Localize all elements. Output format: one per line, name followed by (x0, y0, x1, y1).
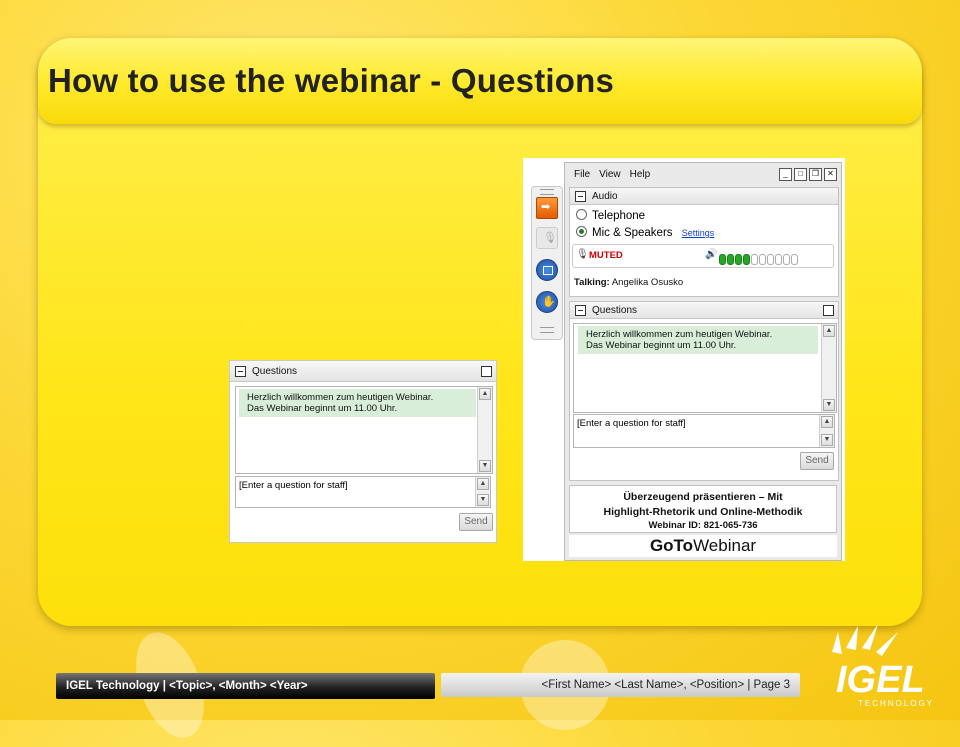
restore-icon[interactable]: ❐ (809, 167, 822, 181)
collapse-icon[interactable] (235, 365, 246, 377)
close-icon[interactable]: ✕ (824, 167, 837, 181)
popout-icon[interactable] (823, 304, 834, 316)
grab-tab-sidebar: ➡ 🎙 ✋ (531, 186, 563, 340)
page-title: How to use the webinar - Questions (48, 62, 615, 99)
arrow-icon[interactable]: ➡ (536, 197, 558, 219)
radio-mic[interactable] (576, 226, 587, 237)
questions-header: Questions (570, 302, 838, 319)
send-button[interactable]: Send (459, 513, 493, 531)
talking-row: Talking: Angelika Osusko (574, 277, 683, 288)
scroll-up-icon[interactable]: ▲ (477, 478, 489, 490)
footer-left: IGEL Technology | <Topic>, <Month> <Year… (56, 673, 435, 699)
gotowebinar-logo: GoToWebinar (569, 535, 837, 557)
welcome-message: Herzlich willkommen zum heutigen Webinar… (239, 389, 476, 417)
meter-dot (759, 254, 766, 265)
logo-text: IGEL (836, 659, 925, 701)
collapse-icon[interactable] (575, 304, 586, 316)
meter-dot (719, 254, 726, 265)
grip-icon[interactable] (540, 327, 554, 333)
question-input-placeholder: [Enter a question for staff] (239, 480, 348, 491)
speaker-icon: 🔊 (705, 249, 718, 260)
muted-label: MUTED (589, 250, 623, 261)
popout-icon[interactable] (481, 365, 492, 377)
meter-dot (751, 254, 758, 265)
mute-status-row: 🎙 MUTED 🔊 (572, 244, 834, 268)
menu-file[interactable]: File (574, 169, 590, 180)
control-panel-window: File View Help _ □ ❐ ✕ Audio Telephone M… (564, 162, 842, 561)
talking-label: Talking: (574, 277, 610, 288)
meter-dot (735, 254, 742, 265)
minimize-icon[interactable]: _ (779, 167, 792, 181)
questions-header: Questions (230, 361, 496, 382)
audio-section: Audio Telephone Mic & Speakers Settings … (569, 187, 839, 297)
webinar-title-line: Highlight-Rhetorik und Online-Methodik (603, 506, 803, 518)
scroll-up-icon[interactable]: ▲ (479, 388, 491, 400)
logo-goto: GoTo (649, 536, 694, 555)
raise-hand-icon[interactable]: ✋ (536, 291, 558, 313)
audio-header: Audio (570, 188, 838, 205)
option-telephone[interactable]: Telephone (576, 209, 645, 222)
menu-help[interactable]: Help (630, 169, 651, 180)
scrollbar[interactable]: ▲ ▼ (477, 387, 492, 473)
settings-link[interactable]: Settings (682, 228, 715, 238)
logo-webinar: Webinar (693, 536, 757, 555)
question-input[interactable]: [Enter a question for staff] ▲ ▼ (235, 476, 491, 508)
send-button[interactable]: Send (800, 452, 834, 470)
meter-dot (727, 254, 734, 265)
questions-header-label: Questions (592, 304, 638, 316)
message-line: Herzlich willkommen zum heutigen Webinar… (247, 392, 434, 403)
scrollbar[interactable]: ▲ ▼ (475, 477, 490, 507)
grip-icon[interactable] (540, 189, 554, 195)
webinar-info: Überzeugend präsentieren – Mit Highlight… (569, 485, 837, 533)
message-area: Herzlich willkommen zum heutigen Webinar… (235, 386, 493, 474)
mic-label: Mic & Speakers (592, 227, 673, 239)
webinar-id: Webinar ID: 821-065-736 (648, 520, 758, 531)
mic-muted-icon[interactable]: 🎙 (576, 249, 589, 260)
microphone-icon[interactable]: 🎙 (536, 227, 558, 249)
sunburst-icon (832, 624, 898, 656)
scroll-down-icon[interactable]: ▼ (477, 494, 489, 506)
scroll-up-icon[interactable]: ▲ (821, 416, 833, 428)
message-line: Herzlich willkommen zum heutigen Webinar… (586, 329, 773, 340)
meter-dot (775, 254, 782, 265)
scroll-down-icon[interactable]: ▼ (479, 460, 491, 472)
gotowebinar-panel: ➡ 🎙 ✋ File View Help _ □ ❐ ✕ Audio Telep… (523, 158, 845, 561)
telephone-label: Telephone (592, 210, 646, 222)
meter-dot (791, 254, 798, 265)
meter-dot (783, 254, 790, 265)
screen-icon[interactable] (536, 259, 558, 281)
scroll-up-icon[interactable]: ▲ (823, 325, 835, 337)
maximize-icon[interactable]: □ (794, 167, 807, 181)
slide: { "slide": { "title": "How to use the we… (0, 0, 960, 747)
questions-section: Questions Herzlich willkommen zum heutig… (569, 301, 839, 481)
meter-dot (767, 254, 774, 265)
scroll-down-icon[interactable]: ▼ (821, 434, 833, 446)
menu-view[interactable]: View (599, 169, 621, 180)
radio-telephone[interactable] (576, 209, 587, 220)
scrollbar[interactable]: ▲ ▼ (819, 415, 834, 447)
talking-name: Angelika Osusko (611, 277, 684, 288)
message-line: Das Webinar beginnt um 11.00 Uhr. (586, 340, 737, 351)
logo-tagline: TECHNOLOGY (858, 699, 934, 708)
scroll-down-icon[interactable]: ▼ (823, 399, 835, 411)
igel-logo: IGEL TECHNOLOGY (832, 624, 934, 708)
footer-right: <First Name> <Last Name>, <Position> | P… (441, 673, 800, 697)
window-buttons: _ □ ❐ ✕ (779, 167, 837, 181)
webinar-title-line: Überzeugend präsentieren – Mit (623, 491, 783, 503)
menu-bar: File View Help _ □ ❐ ✕ (565, 163, 841, 185)
meter-dot (743, 254, 750, 265)
scrollbar[interactable]: ▲ ▼ (821, 324, 836, 412)
questions-header-label: Questions (252, 365, 298, 377)
audio-header-label: Audio (592, 190, 618, 202)
message-line: Das Webinar beginnt um 11.00 Uhr. (247, 403, 398, 414)
message-area: Herzlich willkommen zum heutigen Webinar… (573, 323, 837, 413)
collapse-icon[interactable] (575, 190, 586, 202)
volume-meter (719, 252, 799, 270)
option-mic-speakers[interactable]: Mic & Speakers Settings (576, 226, 714, 239)
welcome-message: Herzlich willkommen zum heutigen Webinar… (578, 326, 818, 354)
questions-panel-small: Questions Herzlich willkommen zum heutig… (229, 360, 497, 543)
question-input-placeholder: [Enter a question for staff] (577, 418, 686, 429)
question-input[interactable]: [Enter a question for staff] ▲ ▼ (573, 414, 835, 448)
